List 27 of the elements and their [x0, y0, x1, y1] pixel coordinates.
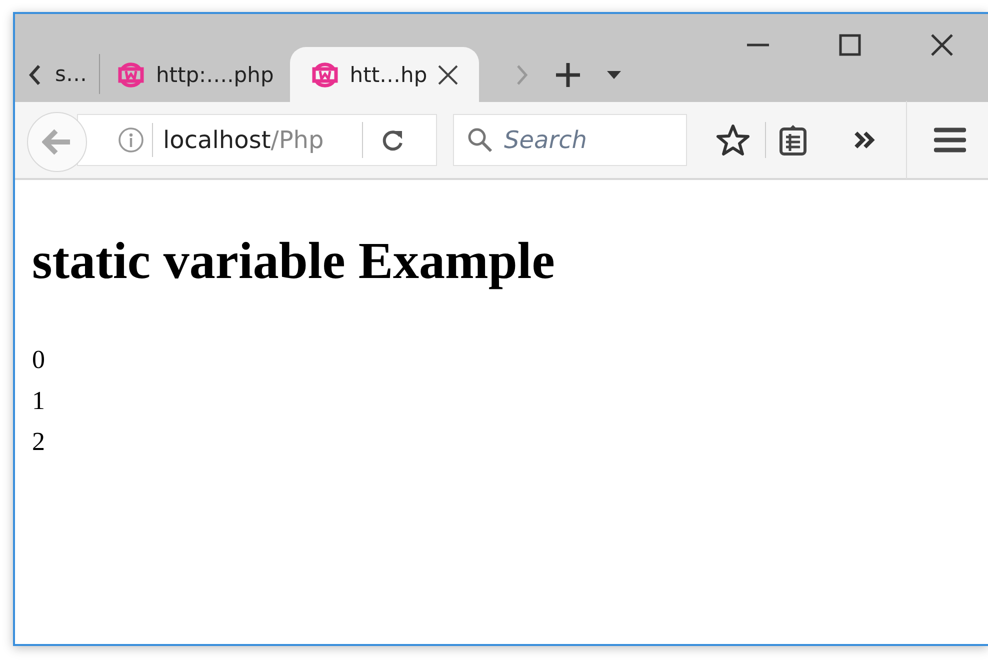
browser-tab[interactable]: htt…hp — [290, 47, 480, 102]
browser-tab[interactable]: s… — [55, 54, 100, 94]
new-tab-icon[interactable] — [555, 62, 582, 88]
chevron-left-icon — [28, 64, 42, 86]
close-icon — [931, 34, 953, 56]
dropdown-icon[interactable] — [607, 70, 622, 78]
back-arrow-icon — [42, 128, 72, 156]
reload-icon — [380, 128, 404, 152]
search-field[interactable]: Search — [453, 114, 687, 166]
tab-logo-icon — [116, 60, 146, 90]
url-text: localhost/Php — [152, 123, 362, 157]
minimize-icon — [747, 43, 769, 47]
browser-tab[interactable]: http:….php — [100, 47, 290, 102]
search-icon — [467, 127, 493, 153]
maximize-icon — [839, 34, 861, 56]
tab-logo-icon — [310, 60, 340, 90]
double-chevron-icon — [853, 130, 877, 150]
page-heading: static variable Example — [32, 232, 556, 291]
output-line: 1 — [32, 385, 46, 417]
close-tab-icon[interactable] — [437, 64, 460, 86]
address-bar[interactable]: localhost/Php — [77, 114, 437, 166]
clipboard-icon — [779, 124, 807, 156]
output-line: 0 — [32, 344, 46, 376]
info-icon[interactable] — [118, 127, 144, 153]
menu-icon — [934, 127, 966, 153]
star-icon — [716, 124, 750, 156]
output-line: 2 — [32, 426, 46, 458]
